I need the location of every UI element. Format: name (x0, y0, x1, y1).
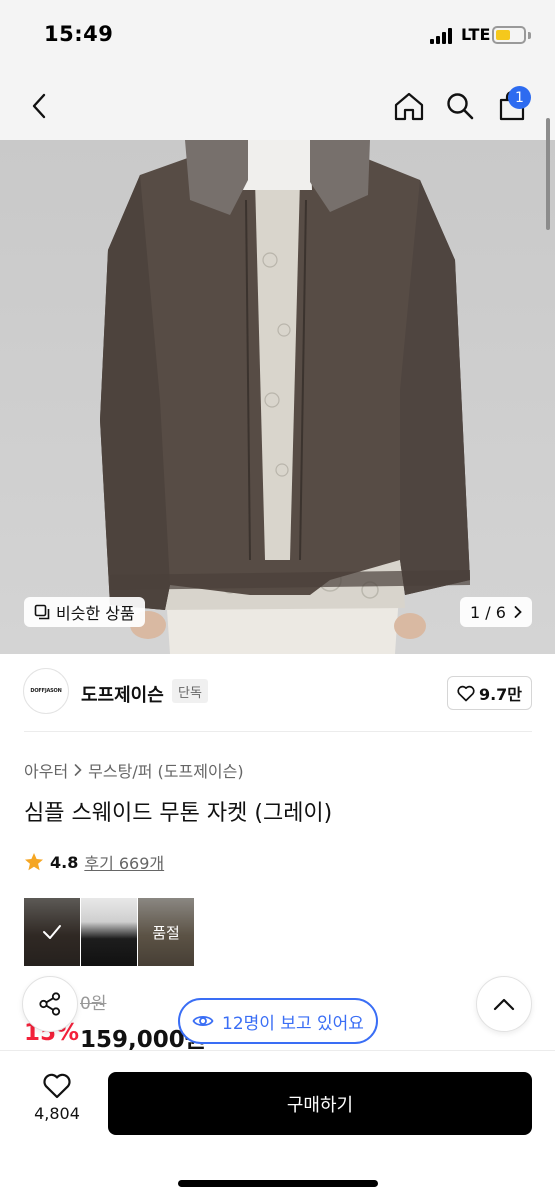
reviews-link[interactable]: 후기 669개 (84, 850, 164, 874)
subcategory-link[interactable]: 무스탕/퍼 (도프제이슨) (88, 758, 243, 782)
status-bar: 15:49 LTE (0, 0, 555, 70)
chevron-up-icon (493, 998, 515, 1011)
color-swatches: 품절 (24, 898, 194, 966)
network-type: LTE (461, 25, 491, 44)
chevron-left-icon (32, 93, 46, 119)
heart-icon (43, 1073, 71, 1099)
home-button[interactable] (387, 84, 431, 128)
soldout-label: 품절 (152, 923, 180, 942)
share-button[interactable] (22, 976, 78, 1032)
similar-products-label: 비슷한 상품 (56, 604, 135, 623)
image-page-indicator[interactable]: 1 / 6 (460, 597, 532, 627)
viewers-text: 12명이 보고 있어요 (222, 1013, 364, 1034)
selected-overlay (24, 898, 80, 966)
brand-row: DOFFJASON 도프제이슨 단독 9.7만 (0, 660, 555, 726)
chevron-right-icon (74, 764, 82, 776)
signal-icon (430, 28, 456, 44)
swatch-gray[interactable] (24, 898, 80, 966)
divider (24, 731, 532, 732)
copy-icon (34, 604, 50, 620)
top-navigation (0, 70, 555, 140)
viewers-count-pill: 12명이 보고 있어요 (178, 998, 378, 1044)
status-time: 15:49 (44, 22, 114, 46)
brand-logo[interactable]: DOFFJASON (23, 668, 69, 714)
chevron-right-icon (514, 606, 522, 618)
exclusive-tag: 단독 (172, 679, 208, 703)
product-title: 심플 스웨이드 무톤 자켓 (그레이) (24, 801, 333, 826)
share-icon (39, 992, 61, 1016)
scroll-top-button[interactable] (476, 976, 532, 1032)
similar-products-button[interactable]: 비슷한 상품 (24, 597, 145, 627)
product-photo (100, 140, 470, 654)
original-price: 0원 (80, 994, 107, 1014)
product-image[interactable] (0, 140, 555, 654)
search-button[interactable] (438, 84, 482, 128)
category-link[interactable]: 아우터 (24, 758, 68, 782)
rating-value: 4.8 (50, 852, 79, 872)
check-icon (43, 925, 61, 939)
back-button[interactable] (18, 84, 62, 128)
category-breadcrumb: 아우터 무스탕/퍼 (도프제이슨) (24, 758, 244, 782)
swatch-black[interactable] (81, 898, 137, 966)
buy-button[interactable]: 구매하기 (108, 1072, 532, 1135)
soldout-overlay: 품절 (138, 898, 194, 966)
swatch-beige[interactable]: 품절 (138, 898, 194, 966)
heart-icon (457, 685, 475, 701)
rating-row: 4.8 후기 669개 (24, 850, 164, 874)
battery-tip (528, 32, 531, 39)
brand-like-button[interactable]: 9.7만 (447, 676, 532, 710)
brand-name[interactable]: 도프제이슨 (81, 681, 164, 707)
home-indicator (178, 1180, 378, 1187)
battery-icon (492, 26, 526, 44)
home-icon (394, 92, 424, 121)
wishlist-count: 4,804 (34, 1104, 80, 1123)
cart-count-badge: 1 (508, 86, 531, 109)
brand-logo-text: DOFFJASON (30, 688, 62, 694)
scrollbar[interactable] (546, 118, 550, 230)
search-icon (447, 93, 474, 120)
eye-icon (192, 1015, 214, 1027)
wishlist-button[interactable]: 4,804 (24, 1072, 90, 1134)
page-indicator-text: 1 / 6 (470, 602, 506, 622)
brand-likes-count: 9.7만 (478, 685, 523, 704)
star-icon (25, 853, 43, 871)
